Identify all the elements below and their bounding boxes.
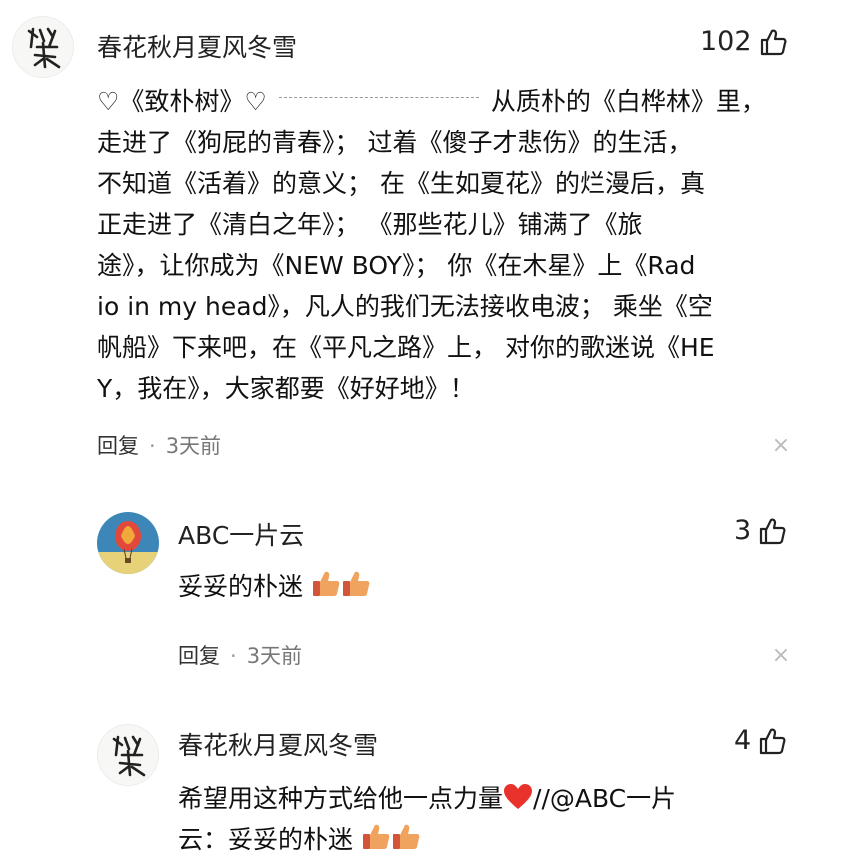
comment-line-text: 希望用这种方式给他一点力量 [178, 784, 504, 813]
thumbs-up-emoji-icon [362, 824, 390, 849]
like-count: 3 [734, 515, 752, 546]
like-button[interactable]: 3 [734, 515, 787, 546]
reply-button[interactable]: 回复 [178, 644, 220, 668]
like-count: 4 [734, 725, 752, 756]
reply-button[interactable]: 回复 [97, 434, 139, 458]
separator-dot: · [230, 644, 237, 668]
like-button[interactable]: 4 [734, 725, 787, 756]
comment-line: ♡《致朴树》♡ 从质朴的《白桦林》里， [97, 81, 817, 122]
comment-line: 正走进了《清白之年》； 《那些花儿》铺满了《旅 [97, 210, 643, 239]
redacted-mention [278, 96, 479, 98]
comment-line: 不知道《活着》的意义； 在《生如夏花》的烂漫后，真 [97, 169, 705, 198]
comment-3: 春花秋月夏风冬雪 4 希望用这种方式给他一点力量 //@ABC一片 云：妥妥的朴… [0, 690, 846, 862]
timestamp: 3天前 [165, 434, 222, 458]
timestamp: 3天前 [246, 644, 303, 668]
comment-body: ♡《致朴树》♡ 从质朴的《白桦林》里， 走进了《狗屁的青春》； 过着《傻子才悲伤》… [97, 81, 817, 409]
comment-body: 妥妥的朴迷 [178, 566, 371, 607]
calligraphy-avatar-icon [112, 735, 146, 777]
close-icon[interactable]: × [769, 644, 793, 668]
thumbs-up-outline-icon [760, 29, 787, 55]
user-avatar[interactable] [12, 16, 74, 78]
comment-line: io in my head》，凡人的我们无法接收电波； 乘坐《空 [97, 292, 713, 321]
mention-text: //@ABC一片 [533, 784, 677, 813]
comment-meta: 回复 · 3天前 [178, 640, 302, 670]
thumbs-up-outline-icon [760, 728, 786, 754]
comment-line-text: 妥妥的朴迷 [178, 572, 304, 601]
calligraphy-avatar-icon [27, 27, 61, 69]
comment-username[interactable]: 春花秋月夏风冬雪 [178, 726, 378, 762]
comment-line: 妥妥的朴迷 [178, 566, 371, 607]
comment-body: 希望用这种方式给他一点力量 //@ABC一片 云：妥妥的朴迷 [178, 778, 676, 860]
red-heart-emoji-icon [504, 784, 533, 809]
user-avatar[interactable] [97, 724, 159, 786]
comment-title: ♡《致朴树》♡ [97, 87, 267, 116]
comment-line: Y，我在》，大家都要《好好地》！ [97, 374, 475, 403]
thumbs-up-emoji-icon [342, 571, 370, 596]
comment-username[interactable]: 春花秋月夏风冬雪 [97, 28, 297, 64]
separator-dot: · [149, 434, 156, 458]
comment-line: 走进了《狗屁的青春》； 过着《傻子才悲伤》的生活， [97, 128, 693, 157]
thumbs-up-emoji-icon [392, 824, 420, 849]
thumbs-up-outline-icon [760, 518, 786, 544]
comment-line-text: 云：妥妥的朴迷 [178, 825, 354, 854]
hot-air-balloon-avatar-icon [97, 512, 159, 574]
comment-username[interactable]: ABC一片云 [178, 516, 304, 552]
like-button[interactable]: 102 [700, 26, 788, 57]
comment-line-text: 从质朴的《白桦林》里， [490, 87, 766, 116]
comment-meta: 回复 · 3天前 [97, 430, 221, 460]
comment-line: 途》，让你成为《NEW BOY》； 你《在木星》上《Rad [97, 251, 696, 280]
like-count: 102 [700, 26, 752, 57]
thumbs-up-emoji-icon [312, 571, 340, 596]
comment-line: 希望用这种方式给他一点力量 //@ABC一片 [178, 778, 676, 819]
comment-line: 帆船》下来吧，在《平凡之路》上， 对你的歌迷说《HE [97, 333, 715, 362]
close-icon[interactable]: × [769, 434, 793, 458]
comment-1: 春花秋月夏风冬雪 102 ♡《致朴树》♡ 从质朴的《白桦林》里， 走进了《狗屁的青… [0, 0, 846, 480]
comment-line: 云：妥妥的朴迷 [178, 819, 676, 860]
user-avatar[interactable] [97, 512, 159, 574]
comment-2: ABC一片云 3 妥妥的朴迷 回复 · 3天前 × [0, 480, 846, 690]
